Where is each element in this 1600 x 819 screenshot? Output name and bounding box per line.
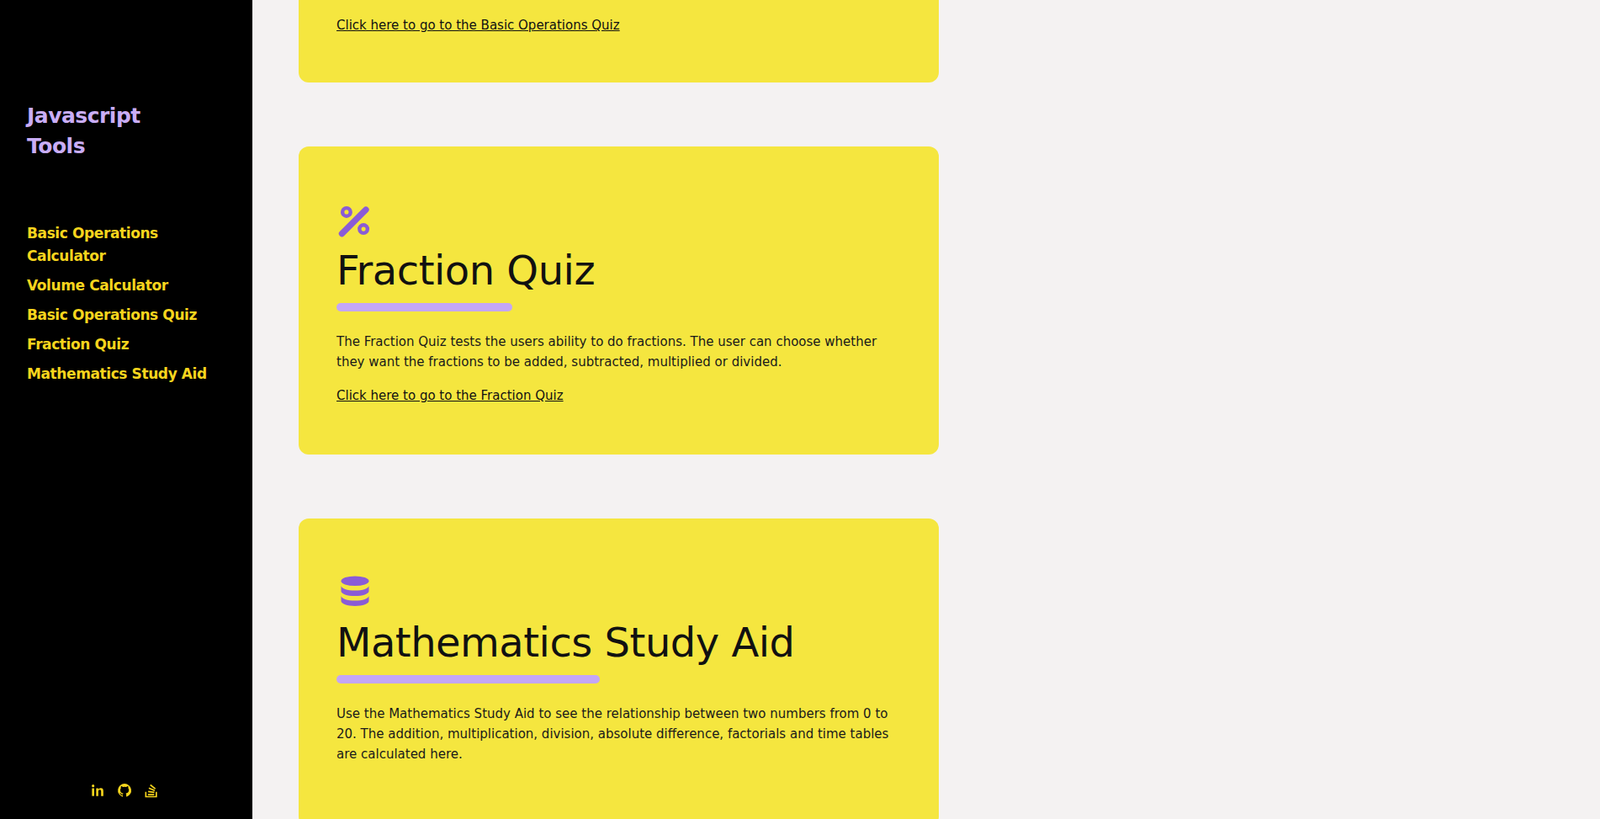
tool-card: Click here to go to the Basic Operations… [298, 0, 939, 83]
social-links [26, 779, 236, 800]
stackoverflow-icon [143, 781, 160, 799]
card-description: Use the Mathematics Study Aid to see the… [336, 703, 901, 764]
card-title: Mathematics Study Aid [336, 615, 901, 668]
github-icon [116, 781, 133, 799]
tool-card: Mathematics Study Aid Use the Mathematics… [298, 518, 939, 819]
percent-icon [336, 201, 374, 239]
title-underline [336, 302, 513, 312]
sidebar-item[interactable]: Basic Operations Calculator [26, 222, 238, 268]
card-description: The Fraction Quiz tests the users abilit… [336, 331, 901, 372]
linkedin-icon [89, 781, 106, 799]
site-title: Javascript Tools [26, 100, 162, 162]
sidebar-item[interactable]: Fraction Quiz [26, 333, 238, 356]
linkedin-link[interactable] [87, 779, 108, 800]
sidebar-item[interactable]: Basic Operations Quiz [26, 303, 238, 327]
sidebar-nav: Basic Operations Calculator Volume Calcul… [26, 222, 238, 386]
github-link[interactable] [114, 779, 135, 800]
title-underline [336, 674, 600, 684]
sidebar-top: Javascript Tools Basic Operations Calcula… [26, 100, 236, 386]
card-link[interactable]: Click here to go to the Basic Operations… [336, 17, 620, 33]
card-title: Fraction Quiz [336, 243, 901, 297]
sidebar-item[interactable]: Mathematics Study Aid [26, 362, 238, 386]
database-icon [336, 573, 374, 611]
card-link[interactable]: Click here to go to the Fraction Quiz [336, 387, 564, 403]
sidebar: Javascript Tools Basic Operations Calcula… [0, 0, 253, 819]
stackoverflow-link[interactable] [141, 779, 162, 800]
sidebar-item[interactable]: Volume Calculator [26, 274, 238, 297]
main-content: Click here to go to the Basic Operations… [252, 0, 1600, 819]
tool-card: Fraction Quiz The Fraction Quiz tests the… [298, 146, 939, 455]
